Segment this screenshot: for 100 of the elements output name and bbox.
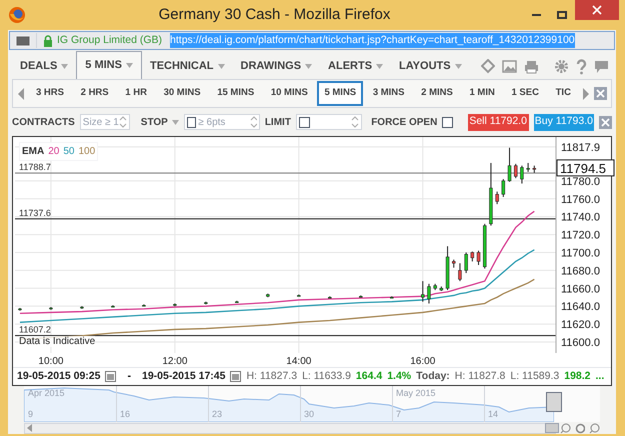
settings-icon[interactable] [554,59,569,74]
x-axis-label: 10:00 [38,356,64,367]
caret-icon [454,64,462,69]
month-label: Apr 2015 [28,387,65,400]
day-label: 9 [28,408,34,421]
candlestick [204,301,208,305]
calendar-icon[interactable] [105,371,116,382]
limit-field[interactable] [296,114,362,130]
zoom-out-icon[interactable] [560,422,571,434]
y-axis-label: 11680.0 [561,265,600,278]
timeframe-option[interactable]: 1 MIN [462,81,502,106]
contracts-field[interactable]: Size ≥ 1 [80,114,130,130]
scroll-left-icon[interactable] [27,424,33,432]
spinner-icon[interactable] [118,115,127,129]
range-handle[interactable] [546,392,562,412]
stat-text: 164.4 [356,368,382,384]
date-separator: - [127,368,131,384]
checkbox[interactable] [298,116,310,128]
level-label: 11788.7 [19,162,51,172]
candlestick [297,294,301,297]
checkbox[interactable] [186,116,196,128]
timeframe-option[interactable]: 5 MINS [317,81,364,106]
candlestick [359,294,363,298]
caret-icon [218,64,225,69]
timeframe-option[interactable]: 2 MINS [414,81,460,106]
y-axis-label: 11817.9 [561,142,600,154]
timeframe-option[interactable]: 30 MINS [156,81,208,106]
menu-tab[interactable]: ALERTS [320,54,392,79]
candlestick [440,286,444,292]
stat-text: L: 11633.9 [302,368,351,384]
stop-field[interactable]: ≥ 6pts [184,114,260,130]
timeframe-option[interactable]: 3 MINS [366,81,412,106]
checkbox[interactable] [442,116,453,128]
y-axis-label: 11620.0 [561,319,600,332]
timeframe-option[interactable]: 10 MINS [264,81,315,106]
sell-button[interactable]: Sell 11792.0 [468,114,529,130]
timeframe-option[interactable]: 3 HRS [29,81,71,106]
candlestick [532,165,536,174]
candlestick [470,251,474,262]
candlestick [80,306,84,310]
caret-icon [126,63,133,68]
stop-label[interactable]: STOP [140,114,179,130]
timeframe-option[interactable]: 1 HR [118,81,154,106]
start-date: 19-05-2015 09:25 [17,368,100,384]
candlestick [111,304,115,308]
timeframe-option[interactable]: 2 HRS [74,81,116,106]
timeframe-option[interactable]: TIC [548,81,578,106]
end-date: 19-05-2015 17:45 [142,368,226,384]
y-axis-label: 11700.0 [561,247,600,260]
browser-logo-icon [8,6,26,24]
menu-tab[interactable]: DEALS [12,54,76,79]
legend-item: 50 [63,145,74,159]
calendar-icon[interactable] [230,371,242,382]
close-icon[interactable] [594,87,607,100]
y-axis-label: 11740.0 [561,212,600,224]
help-icon[interactable] [576,58,587,74]
menu-tab[interactable]: DRAWINGS [232,54,320,79]
print-icon[interactable] [524,60,539,74]
scroll-right-icon[interactable] [582,86,590,100]
caret-icon [61,64,68,69]
menu-tab[interactable]: 5 MINS [76,51,142,79]
refresh-icon[interactable] [574,422,586,434]
menu-tab[interactable]: LAYOUTS [391,54,470,79]
y-axis-label: 11600.0 [561,337,600,349]
level-label: 11607.2 [19,324,51,335]
zoom-in-icon[interactable] [589,422,600,434]
y-axis-label: 11660.0 [561,283,600,296]
candlestick [452,259,456,268]
candlestick [49,306,53,310]
stop-input[interactable]: ≥ 6pts [198,114,248,130]
candlestick [18,307,22,312]
candlestick [328,296,332,299]
month-label: May 2015 [396,387,436,400]
padlock-icon [43,34,53,46]
scrollbar-thumb[interactable] [545,423,559,433]
spinner-icon[interactable] [250,115,257,129]
legend-item: 20 [48,145,60,159]
candlestick [482,223,486,270]
candlestick [235,300,239,304]
scroll-left-icon[interactable] [17,86,25,100]
menu-tab[interactable]: TECHNICAL [142,54,233,79]
page-icon [16,35,30,46]
close-icon [592,5,602,15]
y-axis-label: 11780.0 [561,176,600,188]
candlestick [464,252,468,274]
spinner-icon[interactable] [351,115,360,129]
stat-text: Today: [416,368,450,384]
close-button[interactable] [575,0,619,20]
scrollbar[interactable] [24,422,556,434]
timeframe-option[interactable]: 1 SEC [504,81,546,106]
comment-icon[interactable] [594,60,609,74]
timeframe-option[interactable]: 15 MINS [210,81,262,106]
size-input[interactable]: Size ≥ 1 [82,114,119,130]
image-icon[interactable] [502,60,517,73]
legend-title: EMA [22,145,44,159]
close-icon[interactable] [599,116,612,128]
x-axis-label: 14:00 [286,356,312,367]
stat-text: H: 11827.3 [246,368,298,384]
level-label: 11737.6 [19,208,51,218]
caret-icon [305,64,312,69]
